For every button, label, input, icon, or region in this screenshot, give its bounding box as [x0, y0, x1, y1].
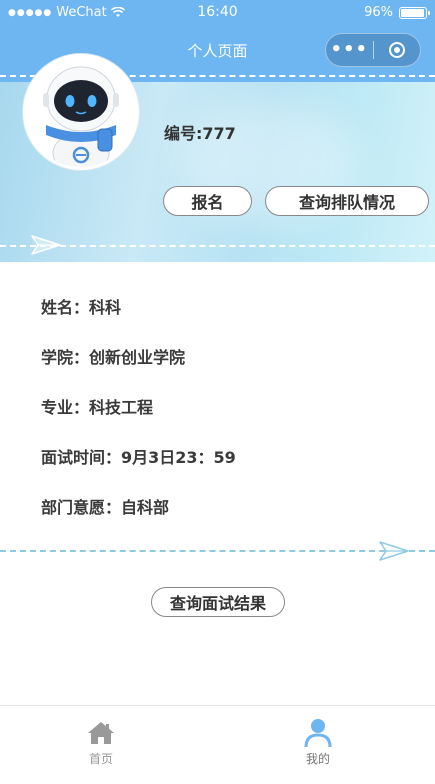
battery-icon: [399, 6, 430, 19]
tab-home-label: 首页: [88, 752, 113, 766]
paper-plane-icon: [31, 235, 61, 255]
divider-dashed: [0, 245, 435, 247]
info-major: 专业：科技工程: [41, 398, 154, 417]
miniprogram-capsule: •••: [325, 33, 421, 67]
miniprogram-close-icon[interactable]: [374, 42, 421, 58]
divider-dashed: [0, 550, 435, 552]
tab-bar: 首页 我的: [0, 705, 435, 784]
avatar: [23, 54, 139, 170]
info-department: 部门意愿：自科部: [41, 498, 170, 517]
home-icon: [88, 722, 114, 744]
queue-status-button[interactable]: 查询排队情况: [265, 186, 429, 216]
paper-plane-icon: [379, 541, 409, 561]
tab-me-label: 我的: [305, 752, 330, 766]
user-icon: [304, 719, 332, 748]
info-interview-time: 面试时间：9月3日23：59: [41, 448, 236, 467]
more-dots-icon[interactable]: •••: [326, 34, 373, 66]
user-id: 编号:777: [164, 124, 236, 143]
info-college: 学院：创新创业学院: [41, 348, 186, 367]
interview-result-button[interactable]: 查询面试结果: [151, 587, 285, 617]
status-bar: ●●●●● WeChat 16:40 96%: [0, 0, 435, 26]
signup-button[interactable]: 报名: [163, 186, 252, 216]
battery-percent: 96%: [364, 5, 393, 20]
info-name: 姓名：科科: [41, 298, 122, 317]
robot-avatar-icon: [26, 57, 136, 167]
